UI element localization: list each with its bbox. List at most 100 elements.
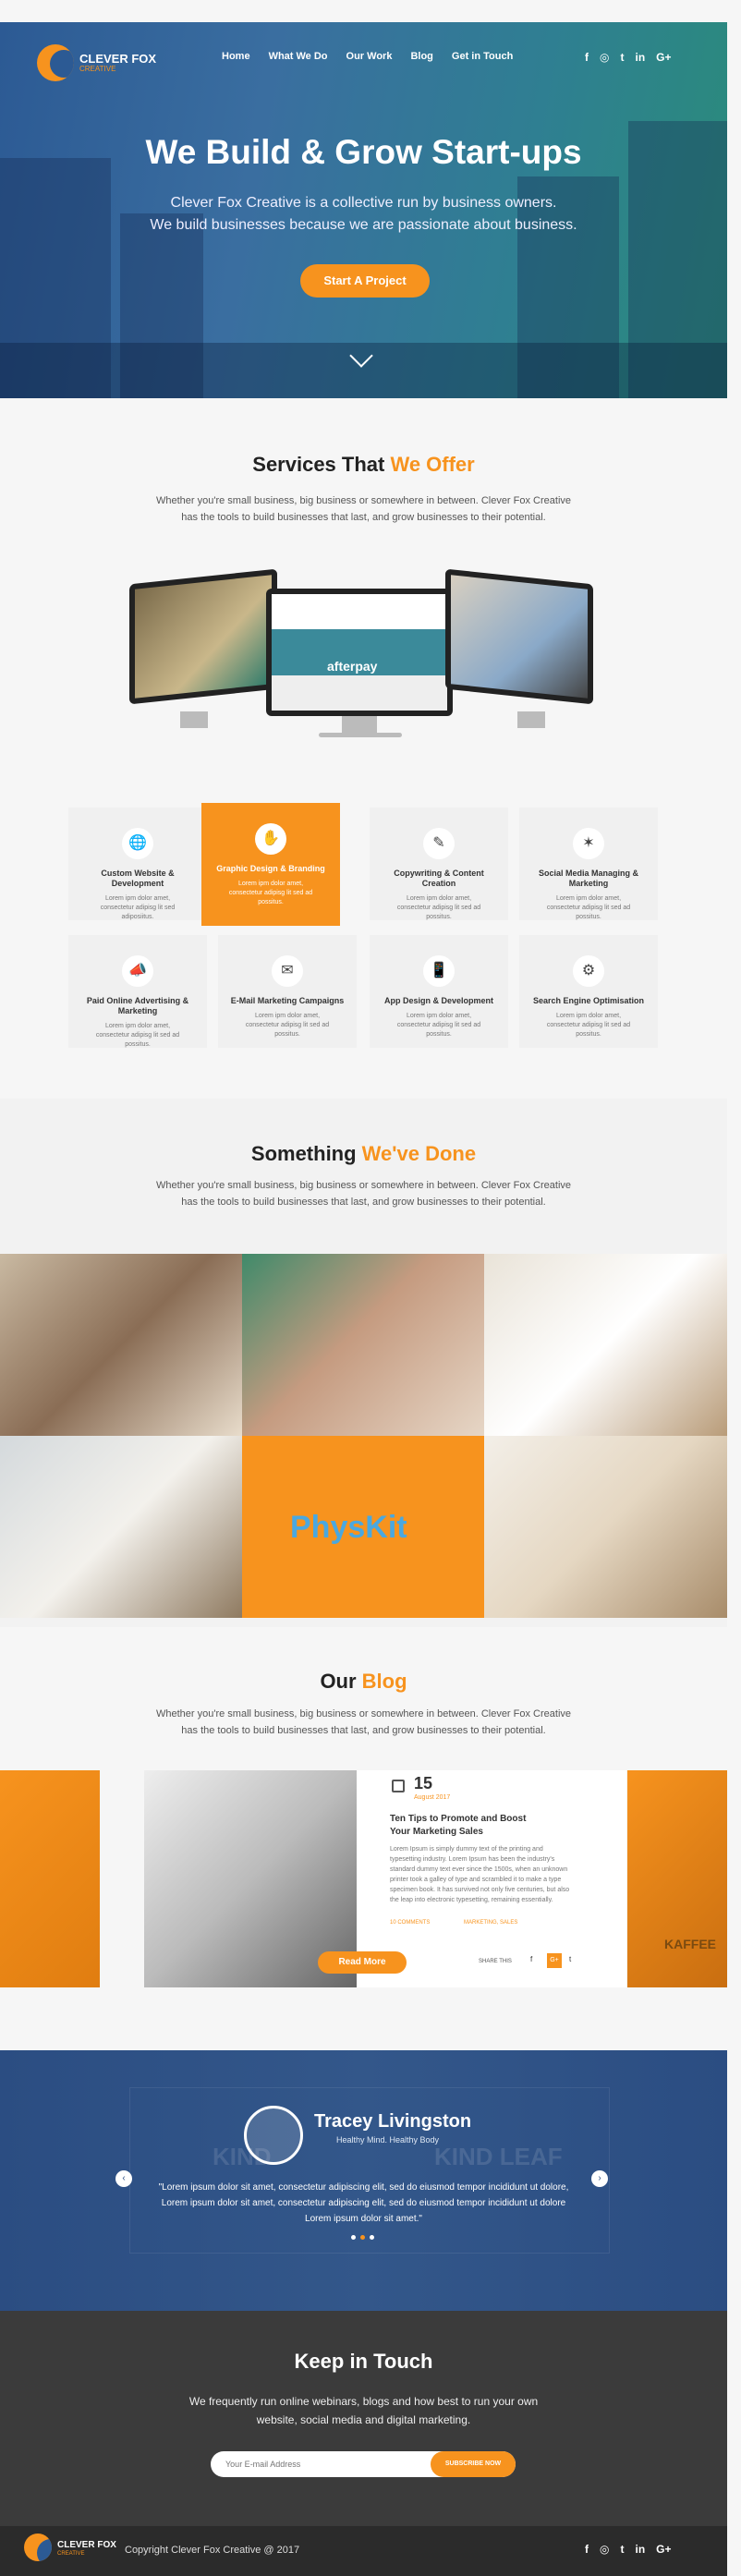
- monitor-center: afterpay: [266, 589, 453, 716]
- post-day: 15: [414, 1774, 433, 1792]
- service-title: Social Media Managing & Marketing: [538, 869, 639, 888]
- service-card[interactable]: 📣 Paid Online Advertising & Marketing Lo…: [68, 935, 207, 1048]
- fox-logo-icon: [24, 2533, 52, 2561]
- monitor-base: [319, 733, 402, 737]
- facebook-icon[interactable]: f: [585, 2543, 589, 2556]
- service-card[interactable]: ✎ Copywriting & Content Creation Lorem i…: [370, 808, 508, 920]
- work-heading: Something We've Done: [0, 1142, 727, 1166]
- email-field[interactable]: [225, 2457, 401, 2472]
- contact-section: Keep in Touch We frequently run online w…: [0, 2311, 727, 2526]
- portfolio-tile-tablet[interactable]: [0, 1254, 242, 1436]
- service-title: E-Mail Marketing Campaigns: [230, 996, 345, 1005]
- portfolio-tile-bedroom[interactable]: [484, 1254, 727, 1436]
- brand-name: CLEVER FOX: [57, 2539, 116, 2550]
- brand-name: CLEVER FOX: [79, 52, 157, 66]
- portfolio-tile-physkit[interactable]: PhysKit: [242, 1436, 484, 1618]
- monitor-left: [129, 568, 277, 705]
- carousel-next-icon[interactable]: ›: [591, 2170, 608, 2187]
- linkedin-icon[interactable]: in: [635, 2543, 645, 2556]
- post-title[interactable]: Ten Tips to Promote and Boost Your Marke…: [390, 1813, 547, 1839]
- share-facebook-icon[interactable]: f: [530, 1955, 532, 1963]
- share-twitter-icon[interactable]: t: [569, 1955, 571, 1963]
- monitor-screen: [135, 575, 272, 699]
- monitor-stand: [342, 716, 377, 733]
- portfolio-tile-dining[interactable]: [0, 1436, 242, 1618]
- facebook-icon[interactable]: f: [585, 51, 589, 64]
- footer-social-links: f ◎ t in G+: [585, 2543, 672, 2556]
- monitor-screen: [451, 575, 588, 699]
- footer-logo[interactable]: CLEVER FOX CREATIVE: [24, 2533, 116, 2561]
- instagram-icon[interactable]: ◎: [600, 51, 609, 64]
- hero-title: We Build & Grow Start-ups: [145, 133, 582, 171]
- carousel-dot[interactable]: [351, 2235, 356, 2240]
- subscribe-button[interactable]: SUBSCRIBE NOW: [431, 2451, 516, 2477]
- work-heading-a: Something: [250, 1142, 362, 1165]
- carousel-dot[interactable]: [370, 2235, 374, 2240]
- hero-subtitle: Clever Fox Creative is a collective run …: [0, 192, 727, 237]
- social-links: f ◎ t in G+: [585, 51, 672, 64]
- network-icon: ✶: [573, 828, 604, 859]
- services-desc-line: Whether you're small business, big busin…: [155, 495, 572, 506]
- nav-get-in-touch[interactable]: Get in Touch: [452, 51, 513, 62]
- google-plus-icon[interactable]: G+: [656, 2543, 671, 2556]
- service-card[interactable]: 🌐 Custom Website & Development Lorem ipm…: [68, 808, 207, 920]
- blog-prev-card[interactable]: [0, 1770, 100, 1987]
- nav-blog[interactable]: Blog: [410, 51, 432, 62]
- brand-logo[interactable]: CLEVER FOX CREATIVE: [37, 44, 156, 81]
- work-heading-b: We've Done: [361, 1142, 477, 1165]
- fox-logo-icon: [37, 44, 74, 81]
- work-desc-line: has the tools to build businesses that l…: [181, 1197, 546, 1208]
- nav-home[interactable]: Home: [222, 51, 250, 62]
- portfolio-tile-care[interactable]: [242, 1254, 484, 1436]
- google-plus-icon[interactable]: G+: [656, 51, 671, 64]
- contact-desc-line: We frequently run online webinars, blogs…: [188, 2395, 539, 2408]
- blog-desc-line: Whether you're small business, big busin…: [155, 1708, 572, 1719]
- service-card[interactable]: ⚙ Search Engine Optimisation Lorem ipm d…: [519, 935, 658, 1048]
- read-more-button[interactable]: Read More: [318, 1951, 407, 1974]
- nav-our-work[interactable]: Our Work: [346, 51, 393, 62]
- calendar-icon: [392, 1780, 405, 1792]
- contact-desc-line: website, social media and digital market…: [256, 2413, 471, 2426]
- blog-heading-a: Our: [320, 1670, 362, 1693]
- testimonial-quote: "Lorem ipsum dolor sit amet, consectetur…: [0, 2180, 727, 2227]
- linkedin-icon[interactable]: in: [635, 51, 645, 64]
- service-desc: Lorem ipm dolor amet, consectetur adipis…: [396, 1013, 481, 1038]
- service-desc: Lorem ipm dolor amet, consectetur adipis…: [245, 1013, 330, 1038]
- post-comments[interactable]: 10 COMMENTS: [390, 1920, 430, 1926]
- post-excerpt: Lorem Ipsum is simply dummy text of the …: [390, 1846, 570, 1903]
- blog-next-card[interactable]: KAFFEE: [627, 1770, 727, 1987]
- service-desc: Lorem ipm dolor amet, consectetur adipis…: [546, 1013, 631, 1038]
- service-desc: Lorem ipm dolor amet, consectetur adipis…: [546, 895, 631, 920]
- service-desc: Lorem ipm dolor amet, consectetur adipis…: [95, 1023, 180, 1048]
- hero-subtitle-line: We build businesses because we are passi…: [150, 217, 577, 233]
- blog-desc-line: has the tools to build businesses that l…: [181, 1725, 546, 1736]
- instagram-icon[interactable]: ◎: [600, 2543, 609, 2556]
- client-name: Tracey Livingston: [314, 2111, 472, 2132]
- footer: CLEVER FOX CREATIVE Copyright Clever Fox…: [0, 2526, 727, 2576]
- twitter-icon[interactable]: t: [620, 51, 624, 64]
- work-desc-line: Whether you're small business, big busin…: [155, 1180, 572, 1191]
- quote-line: Lorem ipsum dolor sit amet, consectetur …: [161, 2198, 566, 2208]
- share-label: SHARE THIS: [479, 1959, 512, 1964]
- share-google-icon[interactable]: G+: [547, 1953, 562, 1968]
- service-card[interactable]: ✶ Social Media Managing & Marketing Lore…: [519, 808, 658, 920]
- carousel-dot-active[interactable]: [360, 2235, 365, 2240]
- portfolio-tile-living[interactable]: [484, 1436, 727, 1618]
- services-heading-b: We Offer: [390, 453, 475, 476]
- brand-tag: CREATIVE: [57, 2550, 85, 2557]
- contact-description: We frequently run online webinars, blogs…: [0, 2392, 727, 2429]
- service-title: Copywriting & Content Creation: [394, 869, 484, 888]
- post-tags[interactable]: MARKETING, SALES: [464, 1920, 517, 1926]
- start-project-button[interactable]: Start A Project: [300, 264, 430, 298]
- service-card[interactable]: 📱 App Design & Development Lorem ipm dol…: [370, 935, 508, 1048]
- envelope-icon: ✉: [272, 955, 303, 987]
- work-description: Whether you're small business, big busin…: [0, 1177, 727, 1210]
- nav-what-we-do[interactable]: What We Do: [269, 51, 328, 62]
- service-title: Search Engine Optimisation: [532, 996, 645, 1005]
- twitter-icon[interactable]: t: [620, 2543, 624, 2556]
- subscribe-form: SUBSCRIBE NOW: [211, 2451, 516, 2477]
- service-card-active[interactable]: ✋ Graphic Design & Branding Lorem ipm do…: [201, 803, 340, 926]
- service-title: Custom Website & Development: [101, 869, 175, 888]
- carousel-prev-icon[interactable]: ‹: [115, 2170, 132, 2187]
- service-card[interactable]: ✉ E-Mail Marketing Campaigns Lorem ipm d…: [218, 935, 357, 1048]
